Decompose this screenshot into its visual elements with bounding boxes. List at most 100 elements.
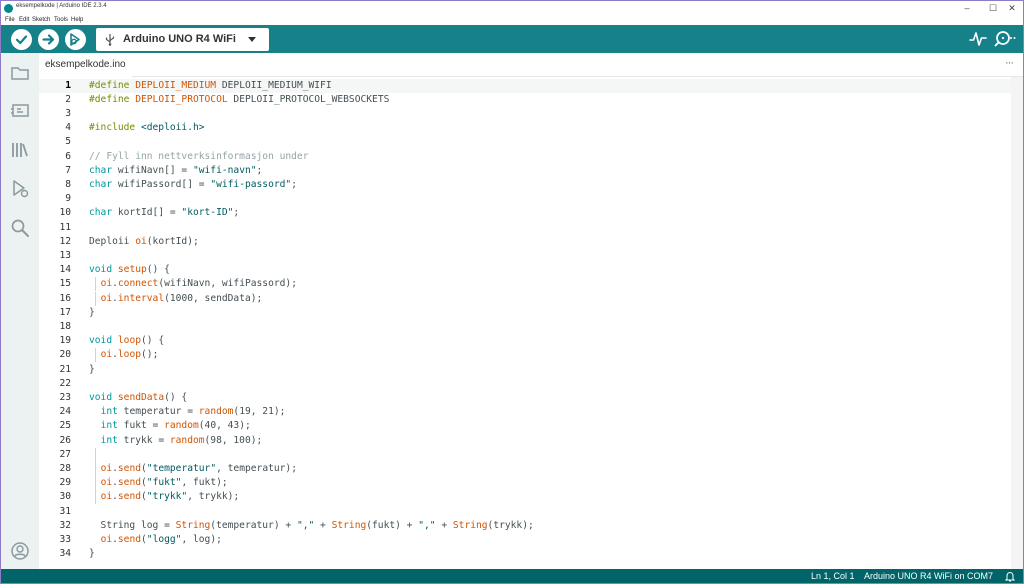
code-line[interactable]: 30 oi.send("trykk", trykk);: [39, 490, 1011, 505]
code-token: ",": [296, 519, 315, 531]
code-line[interactable]: 18: [39, 320, 1011, 334]
code-line[interactable]: 9: [39, 192, 1011, 206]
code-token: String log =: [89, 519, 176, 531]
library-manager-icon[interactable]: [10, 140, 30, 160]
code-line[interactable]: 21}: [39, 363, 1011, 377]
code-line[interactable]: 3: [39, 107, 1011, 121]
code-line[interactable]: 26 int trykk = random(98, 100);: [39, 434, 1011, 448]
line-number: 31: [59, 505, 71, 517]
code-line[interactable]: 32 String log = String(temperatur) + ","…: [39, 519, 1011, 533]
board-manager-icon[interactable]: [10, 101, 30, 121]
debug-button[interactable]: [65, 29, 86, 50]
line-number: 9: [65, 193, 71, 205]
cursor-position[interactable]: Ln 1, Col 1: [811, 571, 855, 581]
verify-button[interactable]: [11, 29, 32, 50]
code-line[interactable]: 16 oi.interval(1000, sendData);: [39, 291, 1011, 306]
upload-button[interactable]: [38, 29, 59, 50]
board-port-status[interactable]: Arduino UNO R4 WiFi on COM7: [864, 571, 993, 581]
code-token: <deploii.h>: [140, 122, 205, 134]
debug-icon[interactable]: [10, 179, 30, 199]
line-number: 27: [59, 448, 71, 460]
code-line[interactable]: 12 Deploii oi(kortId);: [39, 235, 1011, 249]
code-line[interactable]: 24 int temperatur = random(19, 21);: [39, 405, 1011, 419]
code-token: }: [89, 548, 95, 560]
serial-plotter-button[interactable]: [969, 30, 987, 48]
editor-scrollbar[interactable]: [1011, 77, 1023, 569]
menu-edit[interactable]: Edit: [19, 16, 29, 24]
menu-file[interactable]: File: [5, 16, 15, 24]
menu-help[interactable]: Help: [71, 16, 83, 24]
code-token: "wifi-passord": [210, 178, 292, 190]
code-editor[interactable]: 1 #define DEPLOII_MEDIUM DEPLOII_MEDIUM_W…: [39, 77, 1011, 569]
code-text: #define DEPLOII_PROTOCOL DEPLOII_PROTOCO…: [89, 93, 389, 107]
code-token: send: [117, 462, 142, 474]
menu-tools[interactable]: Tools: [54, 16, 68, 24]
code-token: , temperatur);: [216, 462, 297, 474]
line-number: 33: [59, 533, 71, 545]
code-line[interactable]: 31: [39, 505, 1011, 519]
code-line[interactable]: 14 void setup() {: [39, 263, 1011, 277]
line-number: 34: [59, 548, 71, 560]
code-token: oi: [135, 235, 147, 247]
sketchbook-folder-icon[interactable]: [10, 63, 30, 83]
code-token: int: [100, 406, 118, 418]
code-token: wifiPassord[] =: [112, 178, 211, 190]
code-line[interactable]: 7 char wifiNavn[] = "wifi-navn";: [39, 164, 1011, 178]
code-line[interactable]: 20 oi.loop();: [39, 348, 1011, 363]
code-token: sendData: [117, 391, 165, 403]
code-token: // Fyll inn nettverksinformasjon under: [89, 150, 309, 162]
code-line[interactable]: 4 #include <deploii.h>: [39, 121, 1011, 135]
code-line[interactable]: 5: [39, 135, 1011, 149]
tab-eksempelkode[interactable]: eksempelkode.ino: [39, 53, 132, 77]
code-token: (kortId);: [146, 235, 199, 247]
minimize-button[interactable]: –: [956, 1, 978, 16]
code-line[interactable]: 19 void loop() {: [39, 334, 1011, 348]
code-line[interactable]: 11: [39, 221, 1011, 235]
code-line[interactable]: 25 int fukt = random(40, 43);: [39, 419, 1011, 433]
menu-sketch[interactable]: Sketch: [32, 16, 50, 24]
code-token: String: [452, 519, 488, 531]
code-text: char wifiNavn[] = "wifi-navn";: [89, 164, 262, 178]
code-line[interactable]: 23 void sendData() {: [39, 391, 1011, 405]
code-line[interactable]: 34}: [39, 547, 1011, 561]
code-token: #include: [89, 122, 141, 134]
account-icon[interactable]: [10, 541, 30, 561]
line-number: 10: [59, 207, 71, 219]
line-number: 3: [65, 107, 71, 119]
code-line[interactable]: 2 #define DEPLOII_PROTOCOL DEPLOII_PROTOC…: [39, 93, 1011, 107]
board-selector[interactable]: Arduino UNO R4 WiFi: [96, 28, 269, 51]
code-token: oi: [100, 292, 113, 304]
code-token: loop: [117, 335, 141, 347]
code-token: temperatur =: [117, 406, 199, 418]
code-line[interactable]: 33 oi.send("logg", log);: [39, 533, 1011, 547]
code-text: void setup() {: [89, 263, 170, 277]
more-options-icon[interactable]: ···: [1005, 57, 1014, 69]
code-line[interactable]: 15 oi.connect(wifiNavn, wifiPassord);: [39, 277, 1011, 292]
code-token: kortId[] =: [112, 207, 182, 219]
code-token: char: [89, 207, 113, 219]
code-token: "trykk": [146, 491, 188, 503]
line-number: 24: [59, 406, 71, 418]
code-line[interactable]: 27: [39, 447, 1011, 462]
code-line[interactable]: 29 oi.send("fukt", fukt);: [39, 476, 1011, 491]
code-line[interactable]: 10 char kortId[] = "kort-ID";: [39, 206, 1011, 220]
code-line[interactable]: 28 oi.send("temperatur", temperatur);: [39, 461, 1011, 477]
code-line[interactable]: 1 #define DEPLOII_MEDIUM DEPLOII_MEDIUM_W…: [39, 78, 1011, 93]
code-token: char: [89, 178, 113, 190]
code-line[interactable]: 17}: [39, 306, 1011, 320]
line-number: 1: [65, 79, 71, 91]
code-token: "kort-ID": [181, 207, 234, 219]
code-line[interactable]: 8 char wifiPassord[] = "wifi-passord";: [39, 178, 1011, 192]
code-token: }: [89, 363, 95, 375]
search-icon[interactable]: [10, 218, 30, 238]
line-number: 13: [59, 249, 71, 261]
code-line[interactable]: 6 // Fyll inn nettverksinformasjon under: [39, 150, 1011, 164]
close-button[interactable]: ✕: [1001, 1, 1023, 16]
code-line[interactable]: 22: [39, 377, 1011, 391]
code-line[interactable]: 13: [39, 249, 1011, 263]
menu-bar: File Edit Sketch Tools Help: [1, 16, 1023, 25]
code-token: connect: [117, 278, 159, 290]
bell-icon[interactable]: [1005, 571, 1015, 582]
serial-monitor-button[interactable]: [994, 30, 1016, 48]
